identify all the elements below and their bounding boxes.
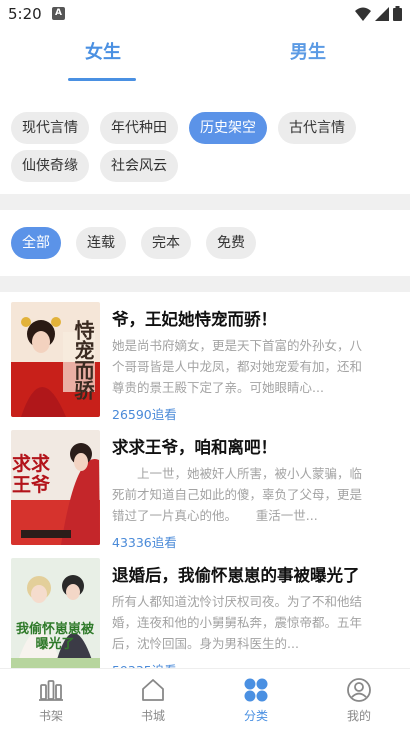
- gender-tabs: 女生 男生: [0, 28, 410, 84]
- category-chip[interactable]: 年代种田: [100, 112, 178, 144]
- nav-item-bookstore[interactable]: 书城: [123, 677, 183, 724]
- category-chip[interactable]: 社会风云: [100, 150, 178, 182]
- book-title: 爷，王妃她恃宠而骄！: [112, 310, 277, 329]
- category-chip[interactable]: 仙侠奇缘: [11, 150, 89, 182]
- status-time: 5:20: [8, 5, 42, 23]
- category-icon: [244, 678, 268, 702]
- section-divider: [0, 194, 410, 210]
- filter-chip-active[interactable]: 全部: [11, 227, 61, 259]
- book-follow-count: 59335追看: [112, 660, 177, 668]
- book-item[interactable]: 我偷怀崽崽被曝光了 退婚后，我偷怀崽崽的事被曝光了 所有人都知道沈怜讨厌权司夜。…: [0, 548, 410, 668]
- bottom-nav: 书架 书城 分类 我的: [0, 668, 410, 730]
- filter-chip[interactable]: 连载: [76, 227, 126, 259]
- nav-item-bookshelf[interactable]: 书架: [21, 677, 81, 724]
- nav-label: 书架: [38, 709, 63, 723]
- battery-icon: [393, 6, 402, 21]
- nav-label: 我的: [346, 709, 371, 723]
- book-title: 求求王爷，咱和离吧！: [112, 438, 277, 457]
- cover-title-art: 恃宠而骄: [71, 320, 95, 400]
- nav-label: 分类: [243, 709, 268, 723]
- category-chip[interactable]: 现代言情: [11, 112, 89, 144]
- nav-item-category[interactable]: 分类: [226, 677, 286, 724]
- tab-female[interactable]: 女生: [85, 38, 121, 64]
- cover-title-art: 求求王爷: [12, 453, 51, 496]
- home-icon: [142, 679, 164, 701]
- book-description: 上一世，她被奸人所害，被小人蒙骗，临死前才知道自己如此的傻，辜负了父母，更是错过…: [112, 466, 363, 523]
- bookshelf-icon: [39, 680, 63, 701]
- cover-title-art: 我偷怀崽崽被曝光了: [15, 622, 94, 652]
- signal-icon: [375, 6, 389, 21]
- nav-label: 书城: [140, 709, 165, 723]
- book-item[interactable]: 求求王爷 求求王爷，咱和离吧！ 上一世，她被奸人所害，被小人蒙骗，临死前才知道自…: [0, 420, 410, 550]
- tab-male[interactable]: 男生: [290, 38, 326, 64]
- category-chip-active[interactable]: 历史架空: [189, 112, 267, 144]
- book-description: 所有人都知道沈怜讨厌权司夜。为了不和他结婚，连夜和他的小舅舅私奔，震惊帝都。五年…: [112, 594, 363, 651]
- wifi-icon: [355, 7, 371, 21]
- category-chip[interactable]: 古代言情: [278, 112, 356, 144]
- section-divider: [0, 276, 410, 292]
- book-description: 她是尚书府嫡女，更是天下首富的外孙女，八个哥哥皆是人中龙凤，都对她宠爱有加，还和…: [112, 338, 363, 395]
- book-title: 退婚后，我偷怀崽崽的事被曝光了: [112, 566, 360, 585]
- book-item[interactable]: 恃宠而骄 爷，王妃她恃宠而骄！ 她是尚书府嫡女，更是天下首富的外孙女，八个哥哥皆…: [0, 292, 410, 422]
- profile-icon: [347, 678, 371, 702]
- book-list: 恃宠而骄 爷，王妃她恃宠而骄！ 她是尚书府嫡女，更是天下首富的外孙女，八个哥哥皆…: [0, 292, 410, 668]
- notification-icon: A: [52, 7, 65, 20]
- filter-chip[interactable]: 免费: [206, 227, 256, 259]
- filter-chip[interactable]: 完本: [141, 227, 191, 259]
- status-bar: 5:20 A: [0, 0, 410, 28]
- status-icons: [355, 6, 402, 21]
- nav-item-profile[interactable]: 我的: [329, 677, 389, 724]
- tab-indicator: [68, 78, 136, 81]
